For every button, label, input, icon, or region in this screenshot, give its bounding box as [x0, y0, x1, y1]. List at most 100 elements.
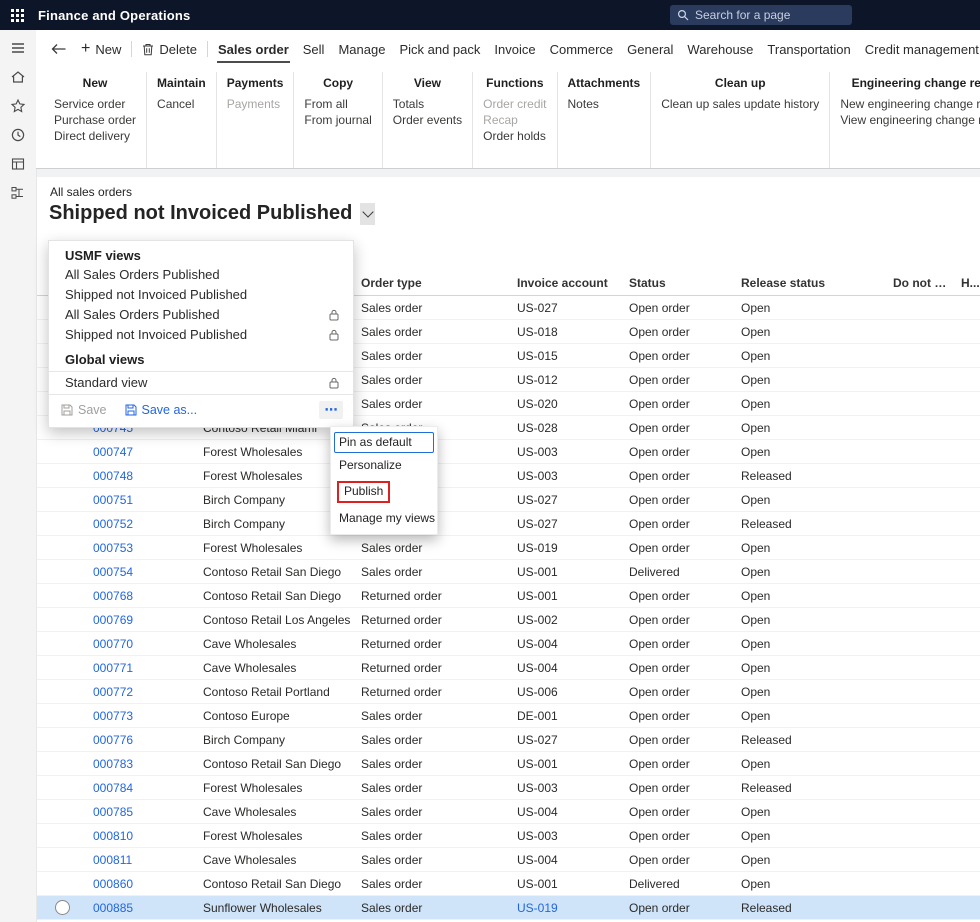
tab-pick-and-pack[interactable]: Pick and pack: [392, 30, 487, 68]
ribbon-item-totals[interactable]: Totals: [393, 96, 462, 112]
order-number-link[interactable]: 000770: [88, 637, 198, 651]
order-number-link[interactable]: 000810: [88, 829, 198, 843]
chevron-down-icon[interactable]: [360, 203, 375, 225]
table-row[interactable]: 000885Sunflower WholesalesSales orderUS-…: [36, 896, 980, 920]
search-input[interactable]: [695, 8, 821, 22]
order-number-link[interactable]: 000748: [88, 469, 198, 483]
order-number-link[interactable]: 000771: [88, 661, 198, 675]
table-row[interactable]: 000784Forest WholesalesSales orderUS-003…: [36, 776, 980, 800]
sidebar-button-modules[interactable]: [0, 181, 36, 210]
table-row[interactable]: 000753Forest WholesalesSales orderUS-019…: [36, 536, 980, 560]
order-number-link[interactable]: 000784: [88, 781, 198, 795]
sidebar-button-workspace[interactable]: [0, 152, 36, 181]
table-row[interactable]: 000783Contoso Retail San DiegoSales orde…: [36, 752, 980, 776]
order-number-link[interactable]: 000785: [88, 805, 198, 819]
row-radio-button[interactable]: [55, 900, 70, 915]
table-row[interactable]: 000751Birch CompanySales orderUS-027Open…: [36, 488, 980, 512]
column-header-do-not-pro[interactable]: Do not pro...: [888, 276, 956, 290]
table-row[interactable]: 000785Cave WholesalesSales orderUS-004Op…: [36, 800, 980, 824]
column-header-invoice-account[interactable]: Invoice account: [512, 276, 624, 290]
column-header-release-status[interactable]: Release status: [736, 276, 888, 290]
order-number-link[interactable]: 000754: [88, 565, 198, 579]
order-number-link[interactable]: 000776: [88, 733, 198, 747]
ribbon-item-direct-delivery[interactable]: Direct delivery: [54, 128, 136, 144]
order-number-link[interactable]: 000768: [88, 589, 198, 603]
sidebar-button-clock[interactable]: [0, 123, 36, 152]
menu-item-manage-my-views[interactable]: Manage my views: [334, 508, 434, 529]
tab-invoice[interactable]: Invoice: [487, 30, 542, 68]
view-option-all-sales-orders-published[interactable]: All Sales Orders Published: [49, 265, 353, 285]
page-search-box[interactable]: [670, 5, 852, 25]
order-number-link[interactable]: 000885: [88, 901, 198, 915]
app-launcher-waffle-icon[interactable]: [0, 0, 34, 30]
order-number-link[interactable]: 000860: [88, 877, 198, 891]
ribbon-item-view-engineering-change-requests[interactable]: View engineering change requests: [840, 112, 980, 128]
table-row[interactable]: 000811Cave WholesalesSales orderUS-004Op…: [36, 848, 980, 872]
table-row[interactable]: 000771Cave WholesalesReturned orderUS-00…: [36, 656, 980, 680]
ribbon-item-cancel[interactable]: Cancel: [157, 96, 206, 112]
table-row[interactable]: 000772Contoso Retail PortlandReturned or…: [36, 680, 980, 704]
tab-sell[interactable]: Sell: [296, 30, 332, 68]
invoice-account[interactable]: US-019: [512, 901, 624, 915]
sidebar-button-hamburger-menu[interactable]: [0, 36, 36, 65]
save-as-view-button[interactable]: Save as...: [125, 403, 198, 417]
new-button[interactable]: + New: [74, 30, 128, 68]
view-option-standard-view[interactable]: Standard view: [49, 371, 353, 395]
order-number-link[interactable]: 000747: [88, 445, 198, 459]
ribbon-item-order-holds[interactable]: Order holds: [483, 128, 546, 144]
tab-commerce[interactable]: Commerce: [543, 30, 621, 68]
sidebar-button-star[interactable]: [0, 94, 36, 123]
table-row[interactable]: 000770Cave WholesalesReturned orderUS-00…: [36, 632, 980, 656]
ribbon-item-new-engineering-change-request[interactable]: New engineering change request: [840, 96, 980, 112]
order-number-link[interactable]: 000751: [88, 493, 198, 507]
sidebar-button-home[interactable]: [0, 65, 36, 94]
ribbon-item-from-journal[interactable]: From journal: [304, 112, 371, 128]
view-option-all-sales-orders-published[interactable]: All Sales Orders Published: [49, 305, 353, 325]
menu-item-pin-as-default[interactable]: Pin as default: [334, 432, 434, 453]
order-number-link[interactable]: 000811: [88, 853, 198, 867]
ribbon-item-from-all[interactable]: From all: [304, 96, 371, 112]
table-row[interactable]: 000773Contoso EuropeSales orderDE-001Ope…: [36, 704, 980, 728]
column-header-status[interactable]: Status: [624, 276, 736, 290]
table-row[interactable]: 000776Birch CompanySales orderUS-027Open…: [36, 728, 980, 752]
ribbon-item-clean-up-sales-update-history[interactable]: Clean up sales update history: [661, 96, 819, 112]
back-button[interactable]: [44, 30, 74, 68]
ribbon-group-title: Clean up: [661, 76, 819, 90]
tab-sales-order[interactable]: Sales order: [211, 30, 296, 68]
view-option-shipped-not-invoiced-published[interactable]: Shipped not Invoiced Published: [49, 285, 353, 305]
order-number-link[interactable]: 000772: [88, 685, 198, 699]
menu-item-publish[interactable]: Publish: [334, 478, 434, 506]
order-number-link[interactable]: 000773: [88, 709, 198, 723]
table-row[interactable]: 000747Forest WholesalesSales orderUS-003…: [36, 440, 980, 464]
view-selector[interactable]: Shipped not Invoiced Published: [49, 202, 375, 225]
table-row[interactable]: 000752Birch CompanySales orderUS-027Open…: [36, 512, 980, 536]
tab-transportation[interactable]: Transportation: [760, 30, 857, 68]
table-row[interactable]: 000748Forest WholesalesSales orderUS-003…: [36, 464, 980, 488]
tab-credit-management[interactable]: Credit management: [858, 30, 980, 68]
order-number-link[interactable]: 000769: [88, 613, 198, 627]
ribbon-item-order-events[interactable]: Order events: [393, 112, 462, 128]
table-row[interactable]: 000754Contoso Retail San DiegoSales orde…: [36, 560, 980, 584]
menu-item-personalize[interactable]: Personalize: [334, 455, 434, 476]
status: Open order: [624, 469, 736, 483]
view-option-shipped-not-invoiced-published[interactable]: Shipped not Invoiced Published: [49, 325, 353, 345]
menu-item-label: Publish: [337, 481, 390, 503]
column-header-h[interactable]: H...: [956, 276, 980, 290]
ribbon-item-service-order[interactable]: Service order: [54, 96, 136, 112]
order-number-link[interactable]: 000753: [88, 541, 198, 555]
order-number-link[interactable]: 000752: [88, 517, 198, 531]
tab-manage[interactable]: Manage: [331, 30, 392, 68]
table-row[interactable]: 000860Contoso Retail San DiegoSales orde…: [36, 872, 980, 896]
delete-button[interactable]: Delete: [135, 30, 204, 68]
table-row[interactable]: 000768Contoso Retail San DiegoReturned o…: [36, 584, 980, 608]
ribbon-item-purchase-order[interactable]: Purchase order: [54, 112, 136, 128]
customer-name: Cave Wholesales: [198, 853, 356, 867]
order-number-link[interactable]: 000783: [88, 757, 198, 771]
tab-general[interactable]: General: [620, 30, 680, 68]
more-options-button[interactable]: ⋯: [319, 401, 343, 419]
ribbon-item-notes[interactable]: Notes: [568, 96, 641, 112]
table-row[interactable]: 000810Forest WholesalesSales orderUS-003…: [36, 824, 980, 848]
table-row[interactable]: 000769Contoso Retail Los AngelesReturned…: [36, 608, 980, 632]
column-header-order-type[interactable]: Order type: [356, 276, 512, 290]
tab-warehouse[interactable]: Warehouse: [680, 30, 760, 68]
